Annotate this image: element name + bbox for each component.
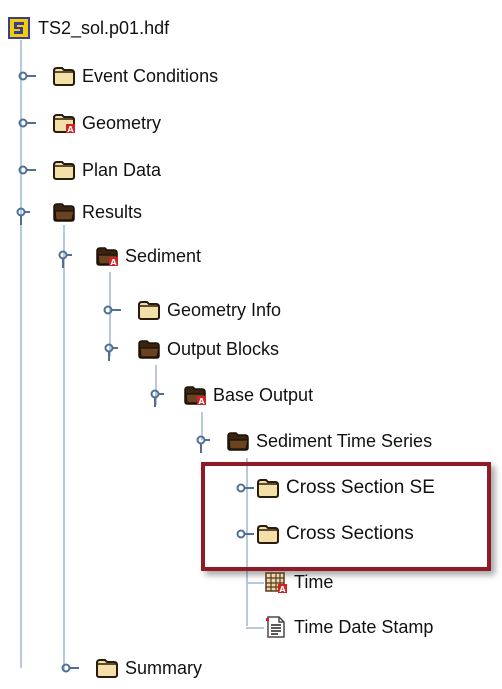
tree-line (246, 582, 264, 584)
tree-item-geometry-info[interactable]: Geometry Info (137, 294, 281, 326)
folder-open-icon (52, 201, 76, 223)
svg-text:A: A (67, 125, 74, 134)
folder-closed-icon (52, 65, 76, 87)
tree-root[interactable]: TS2_sol.p01.hdf (8, 12, 169, 44)
tree-item-cross-section-se[interactable]: Cross Section SE (256, 472, 435, 504)
collapsed-toggle-icon[interactable] (18, 163, 36, 177)
svg-text:A: A (110, 258, 117, 267)
tree-item-sediment[interactable]: A Sediment (95, 240, 201, 272)
tree-item-sediment-time-series[interactable]: Sediment Time Series (226, 425, 432, 457)
tree-item-label: Output Blocks (167, 338, 280, 359)
hdf-tree-view[interactable]: TS2_sol.p01.hdf Event Conditions A Geome… (0, 0, 502, 689)
expanded-toggle-icon[interactable] (54, 250, 72, 268)
hdf-file-icon (8, 17, 30, 39)
folder-open-icon (226, 430, 250, 452)
tree-line (20, 40, 22, 668)
folder-closed-icon (256, 477, 280, 499)
collapsed-toggle-icon[interactable] (103, 303, 121, 317)
folder-open-attribute-icon: A (183, 384, 207, 406)
folder-closed-icon (52, 159, 76, 181)
tree-item-label: Time Date Stamp (294, 616, 434, 637)
tree-line (63, 225, 65, 670)
folder-attribute-icon: A (52, 112, 76, 134)
tree-item-label: Sediment (125, 245, 202, 266)
tree-item-cross-sections[interactable]: Cross Sections (256, 518, 414, 550)
tree-item-base-output[interactable]: A Base Output (183, 379, 313, 411)
tree-item-label: Cross Sections (286, 523, 414, 544)
tree-item-label: TS2_sol.p01.hdf (38, 17, 170, 38)
tree-item-label: Results (82, 201, 143, 222)
tree-item-label: Geometry (82, 112, 162, 133)
tree-item-time[interactable]: A Time (264, 566, 333, 598)
tree-item-label: Summary (125, 657, 203, 678)
folder-open-attribute-icon: A (95, 245, 119, 267)
tree-line (246, 627, 264, 629)
expanded-toggle-icon[interactable] (192, 435, 210, 453)
folder-closed-icon (95, 657, 119, 679)
expanded-toggle-icon[interactable] (12, 207, 30, 225)
folder-open-icon (137, 338, 161, 360)
folder-closed-icon (137, 299, 161, 321)
svg-text:A: A (279, 585, 286, 593)
collapsed-toggle-icon[interactable] (236, 481, 254, 495)
collapsed-toggle-icon[interactable] (61, 661, 79, 675)
tree-item-label: Sediment Time Series (256, 430, 433, 451)
tree-item-label: Event Conditions (82, 65, 219, 86)
expanded-toggle-icon[interactable] (146, 389, 164, 407)
svg-text:A: A (198, 397, 205, 406)
expanded-toggle-icon[interactable] (100, 343, 118, 361)
tree-item-plan-data[interactable]: Plan Data (52, 154, 161, 186)
folder-closed-icon (256, 523, 280, 545)
dataset-table-icon: A (264, 571, 288, 593)
tree-item-results[interactable]: Results (52, 196, 142, 228)
collapsed-toggle-icon[interactable] (18, 69, 36, 83)
collapsed-toggle-icon[interactable] (18, 116, 36, 130)
tree-item-output-blocks[interactable]: Output Blocks (137, 333, 279, 365)
text-dataset-icon (264, 616, 288, 638)
tree-item-summary[interactable]: Summary (95, 652, 202, 684)
tree-item-label: Time (294, 571, 334, 592)
tree-item-event-conditions[interactable]: Event Conditions (52, 60, 218, 92)
tree-item-geometry[interactable]: A Geometry (52, 107, 161, 139)
collapsed-toggle-icon[interactable] (236, 527, 254, 541)
tree-item-label: Plan Data (82, 159, 162, 180)
tree-item-label: Base Output (213, 384, 314, 405)
tree-item-label: Cross Section SE (286, 477, 435, 498)
tree-item-time-date-stamp[interactable]: Time Date Stamp (264, 611, 433, 643)
tree-item-label: Geometry Info (167, 299, 282, 320)
